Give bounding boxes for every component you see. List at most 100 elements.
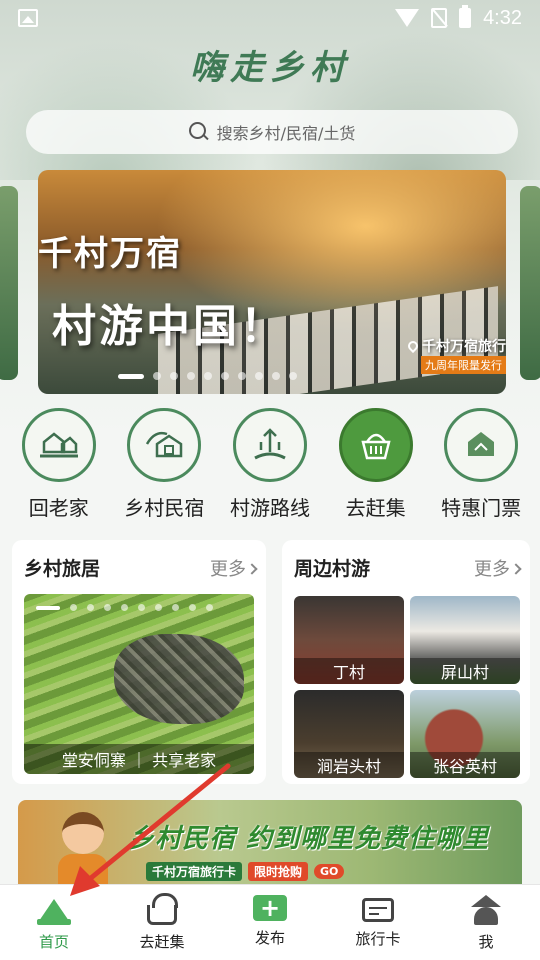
category-label: 去赶集 — [345, 496, 406, 520]
battery-icon — [459, 5, 472, 28]
pagination-dot — [187, 372, 195, 380]
tab-label: 去赶集 — [139, 933, 185, 951]
promo-headline: 乡村民宿 约到哪里免费住哪里 — [128, 824, 490, 854]
profile-icon — [469, 895, 503, 925]
pagination-dot — [289, 372, 297, 380]
banner-tag-text: 千村万宿旅行 — [422, 339, 506, 355]
search-placeholder: 搜索乡村/民宿/土货 — [216, 124, 356, 143]
promo-go-button[interactable]: GO — [314, 864, 345, 879]
home-mountain-icon — [37, 895, 71, 925]
category-label: 村游路线 — [229, 496, 310, 520]
promo-banner[interactable]: 乡村民宿 约到哪里免费住哪里 千村万宿旅行卡 限时抢购 GO — [18, 800, 522, 886]
banner-next-peek[interactable] — [520, 186, 540, 380]
rural-stay-image[interactable]: 堂安侗寨 ｜ 共享老家 — [24, 594, 254, 774]
category-route[interactable]: 村游路线 — [218, 408, 322, 528]
rural-stays-card: 乡村旅居 更多 堂安侗寨 ｜ 共享老家 — [12, 540, 266, 784]
pagination-dot — [189, 604, 196, 611]
app-title: 嗨走乡村 — [190, 48, 350, 88]
category-homestay[interactable]: 乡村民宿 — [112, 408, 216, 528]
pagination-dot — [153, 372, 161, 380]
nearby-title: 周边村游 — [294, 558, 371, 580]
rural-stays-more-link[interactable]: 更多 — [210, 555, 258, 581]
rural-stays-pagination — [36, 604, 213, 611]
village-name: 涧岩头村 — [294, 752, 404, 778]
category-label: 特惠门票 — [441, 496, 522, 520]
plus-icon: + — [253, 895, 287, 921]
village-name: 丁村 — [294, 658, 404, 684]
pagination-dot — [255, 372, 263, 380]
pagination-dot — [204, 372, 212, 380]
promo-card-label: 千村万宿旅行卡 — [146, 862, 243, 881]
pagination-dot — [155, 604, 162, 611]
pagination-dot — [87, 604, 94, 611]
pagination-dot — [138, 604, 145, 611]
no-sim-icon — [431, 8, 448, 28]
category-hometown[interactable]: 回老家 — [7, 408, 111, 528]
category-label: 回老家 — [28, 496, 89, 520]
more-label: 更多 — [210, 558, 246, 580]
tab-market[interactable]: 去赶集 — [108, 885, 216, 960]
category-label: 乡村民宿 — [124, 496, 205, 520]
bottom-tab-bar: 首页 去赶集 + 发布 旅行卡 我 — [0, 884, 540, 960]
banner-pagination — [118, 372, 297, 380]
chevron-right-icon — [246, 562, 258, 575]
pagination-dot — [238, 372, 246, 380]
nearby-header: 周边村游 更多 — [294, 554, 522, 581]
card-icon — [362, 898, 394, 922]
hero-banner[interactable]: 千村万宿 村游中国！ 千村万宿旅行 九周年限量发行 — [38, 170, 506, 394]
pagination-dot — [104, 604, 111, 611]
pagination-dot — [221, 372, 229, 380]
mascot-head — [62, 812, 104, 854]
village-rooftops — [114, 634, 244, 724]
village-name: 屏山村 — [410, 658, 520, 684]
tab-label: 旅行卡 — [355, 930, 401, 948]
tab-label: 首页 — [38, 933, 69, 951]
location-pin-icon — [405, 338, 421, 354]
search-bar[interactable]: 搜索乡村/民宿/土货 — [26, 110, 518, 154]
tab-label: 我 — [478, 933, 494, 951]
rural-stays-title: 乡村旅居 — [24, 558, 101, 580]
rural-stays-header: 乡村旅居 更多 — [24, 554, 258, 581]
gallery-icon — [18, 9, 38, 27]
cartoon-kid-mascot — [48, 806, 118, 886]
pagination-dot — [272, 372, 280, 380]
tab-home[interactable]: 首页 — [0, 885, 108, 960]
banner-title-line1: 千村万宿 — [38, 234, 182, 274]
banner-subtitle: 九周年限量发行 — [421, 356, 506, 374]
tab-post[interactable]: + 发布 — [216, 885, 324, 960]
homestay-icon — [127, 408, 202, 482]
status-bar: 4:32 — [0, 0, 540, 36]
pagination-dot — [70, 604, 77, 611]
tab-label: 发布 — [254, 929, 285, 947]
category-row: 回老家 乡村民宿 村游路线 去赶集 特惠门票 — [0, 408, 540, 528]
nearby-more-link[interactable]: 更多 — [474, 555, 522, 581]
village-grid: 丁村 屏山村 涧岩头村 张谷英村 — [294, 596, 520, 778]
pagination-dot — [170, 372, 178, 380]
route-icon — [232, 408, 307, 482]
search-icon — [188, 122, 209, 142]
promo-limited-label: 限时抢购 — [248, 862, 309, 881]
village-name: 张谷英村 — [410, 752, 520, 778]
hometown-house-icon — [21, 408, 96, 482]
wifi-icon — [395, 9, 420, 27]
banner-title-line2: 村游中国！ — [52, 301, 287, 352]
banner-prev-peek[interactable] — [0, 186, 18, 380]
banner-tag: 千村万宿旅行 — [405, 336, 506, 356]
pagination-dot — [36, 605, 60, 610]
village-tile[interactable]: 丁村 — [294, 596, 404, 684]
basket-icon — [147, 893, 178, 925]
village-tile[interactable]: 涧岩头村 — [294, 690, 404, 778]
category-market[interactable]: 去赶集 — [324, 408, 428, 528]
market-basket-icon — [338, 408, 413, 482]
pagination-dot — [172, 604, 179, 611]
ticket-icon — [444, 408, 519, 482]
village-tile[interactable]: 屏山村 — [410, 596, 520, 684]
mascot-body — [58, 854, 108, 886]
promo-strip: 千村万宿旅行卡 限时抢购 GO — [146, 862, 345, 881]
nearby-villages-card: 周边村游 更多 丁村 屏山村 涧岩头村 张谷英村 — [282, 540, 530, 784]
tab-me[interactable]: 我 — [432, 885, 540, 960]
category-ticket[interactable]: 特惠门票 — [429, 408, 533, 528]
chevron-right-icon — [510, 562, 522, 575]
village-tile[interactable]: 张谷英村 — [410, 690, 520, 778]
tab-travel-card[interactable]: 旅行卡 — [324, 885, 432, 960]
